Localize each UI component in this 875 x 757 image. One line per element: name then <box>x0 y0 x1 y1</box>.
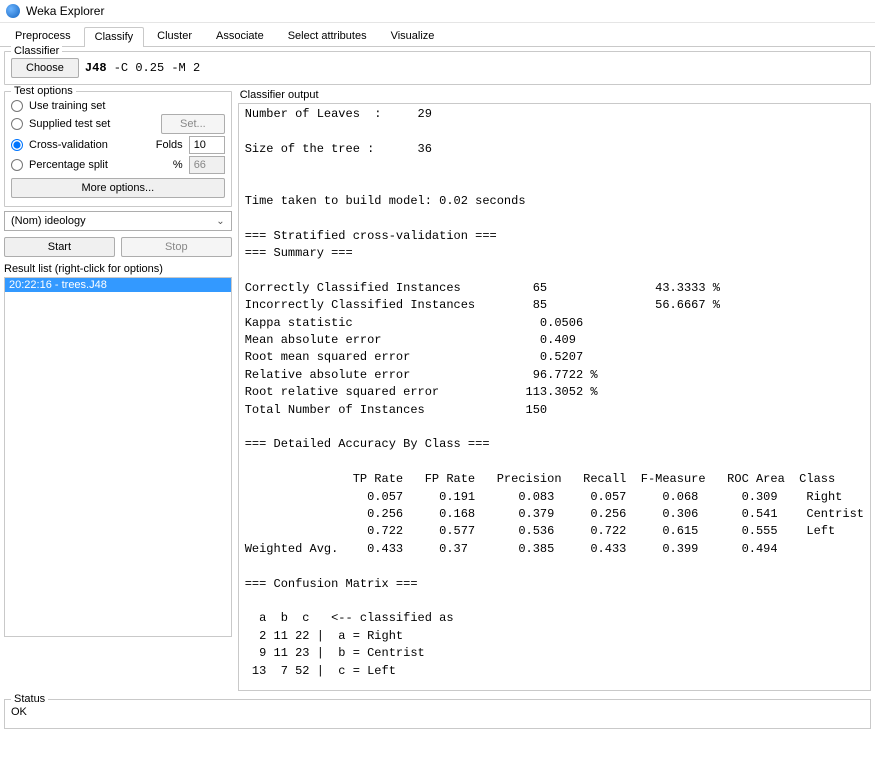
titlebar: Weka Explorer <box>0 0 875 23</box>
choose-classifier-button[interactable]: Choose <box>11 58 79 78</box>
status-title: Status <box>11 693 48 705</box>
result-list-title: Result list (right-click for options) <box>4 263 232 275</box>
stop-button[interactable]: Stop <box>121 237 232 257</box>
classifier-output-title: Classifier output <box>240 89 871 101</box>
main-tabs: PreprocessClassifyClusterAssociateSelect… <box>0 23 875 47</box>
window-title: Weka Explorer <box>26 4 104 18</box>
cross-validation-radio[interactable] <box>11 139 23 151</box>
classifier-output-box[interactable]: Number of Leaves : 29 Size of the tree :… <box>238 103 871 691</box>
use-training-set-label: Use training set <box>29 100 105 112</box>
supplied-test-set-label: Supplied test set <box>29 118 155 130</box>
status-text: OK <box>11 706 27 718</box>
tab-associate[interactable]: Associate <box>205 26 275 46</box>
cross-validation-label: Cross-validation <box>29 139 150 151</box>
classifier-scheme-text[interactable]: J48 -C 0.25 -M 2 <box>85 61 200 75</box>
percentage-split-label: Percentage split <box>29 159 167 171</box>
percentage-split-radio[interactable] <box>11 159 23 171</box>
class-attribute-value: (Nom) ideology <box>11 215 86 227</box>
folds-label: Folds <box>156 139 183 151</box>
percent-input[interactable] <box>189 156 225 174</box>
supplied-test-set-radio[interactable] <box>11 118 23 130</box>
folds-input[interactable] <box>189 136 225 154</box>
test-options-group: Test options Use training set Supplied t… <box>4 91 232 207</box>
tab-visualize[interactable]: Visualize <box>380 26 446 46</box>
start-button[interactable]: Start <box>4 237 115 257</box>
tab-select-attributes[interactable]: Select attributes <box>277 26 378 46</box>
app-icon <box>6 4 20 18</box>
result-list[interactable]: 20:22:16 - trees.J48 <box>4 277 232 637</box>
tab-preprocess[interactable]: Preprocess <box>4 26 82 46</box>
classifier-group-title: Classifier <box>11 45 62 57</box>
chevron-down-icon: ⌄ <box>216 216 224 227</box>
use-training-set-radio[interactable] <box>11 100 23 112</box>
tab-cluster[interactable]: Cluster <box>146 26 203 46</box>
tab-classify[interactable]: Classify <box>84 27 145 47</box>
classifier-output-text: Number of Leaves : 29 Size of the tree :… <box>239 104 870 690</box>
status-group: Status OK <box>4 699 871 729</box>
test-options-title: Test options <box>11 85 76 97</box>
result-list-item[interactable]: 20:22:16 - trees.J48 <box>5 278 231 292</box>
classifier-group: Classifier Choose J48 -C 0.25 -M 2 <box>4 51 871 85</box>
more-options-button[interactable]: More options... <box>11 178 225 198</box>
percent-label: % <box>173 159 183 171</box>
set-test-set-button[interactable]: Set... <box>161 114 225 134</box>
class-attribute-select[interactable]: (Nom) ideology ⌄ <box>4 211 232 231</box>
